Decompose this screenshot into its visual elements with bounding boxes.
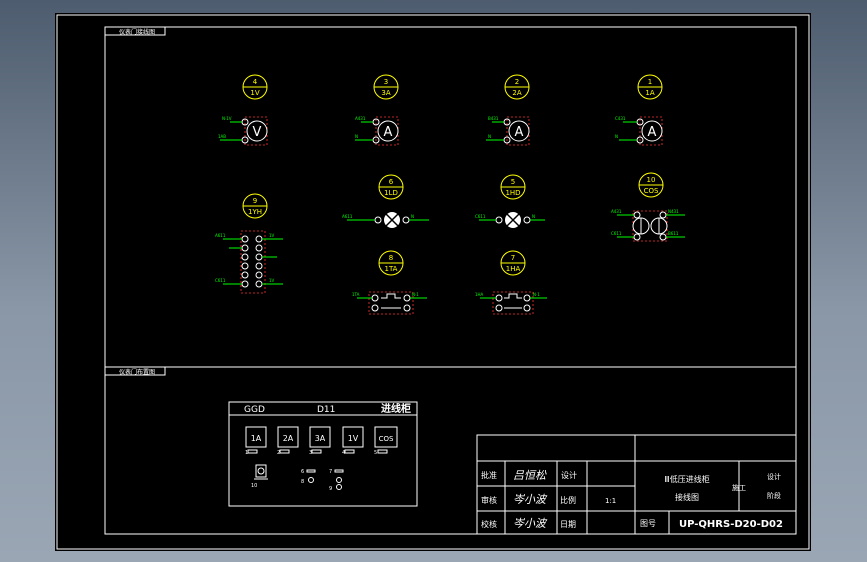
- wiring-drawing: .fr{fill:none;stroke:#ffffff;stroke-widt…: [56, 14, 810, 550]
- component-number: 6: [389, 178, 394, 186]
- component-code: 1A: [645, 89, 654, 97]
- svg-text:A431: A431: [355, 116, 366, 121]
- panel-name: 进线柜: [381, 402, 411, 415]
- stage-label: 施工: [732, 483, 746, 492]
- component-number: 9: [253, 197, 257, 205]
- component-1ld: 6 1LD A611 N: [342, 174, 429, 228]
- svg-text:A611: A611: [215, 233, 226, 238]
- component-number: 4: [253, 78, 258, 86]
- outer-border: [56, 14, 810, 550]
- svg-text:N: N: [615, 134, 618, 139]
- svg-text:N: N: [488, 134, 491, 139]
- svg-text:N·1: N·1: [533, 292, 540, 297]
- component-code: 1TA: [385, 265, 398, 273]
- svg-text:1AB: 1AB: [218, 134, 226, 139]
- component-number: 5: [511, 178, 515, 186]
- approve-label: 批准: [481, 470, 497, 480]
- svg-text:N·1: N·1: [412, 292, 419, 297]
- meter-symbol: A: [515, 125, 524, 140]
- component-1v: 4 1V V N·1V 1AB: [218, 74, 268, 146]
- design-stage-label: 设计: [767, 472, 781, 481]
- svg-text:1TA: 1TA: [352, 292, 360, 297]
- panel-designation: D11: [317, 405, 335, 415]
- svg-text:N431: N431: [668, 209, 679, 214]
- component-number: 3: [384, 78, 388, 86]
- component-1ta: 8 1TA 1TA N·1: [352, 250, 427, 315]
- design-label: 设计: [561, 470, 577, 480]
- component-code: 1HA: [506, 265, 521, 273]
- component-number: 8: [389, 254, 393, 262]
- component-code: 3A: [381, 89, 390, 97]
- review-label: 审核: [481, 495, 497, 505]
- check-label: 校核: [481, 519, 497, 529]
- svg-text:1V: 1V: [269, 278, 275, 283]
- approve-signature: 吕恒松: [513, 469, 547, 482]
- panel-item-number: 10: [251, 483, 257, 489]
- component-code: 2A: [512, 89, 521, 97]
- svg-text:C611: C611: [215, 278, 226, 283]
- check-signature: 岑小波: [513, 517, 548, 530]
- svg-text:N: N: [532, 214, 535, 219]
- svg-text:N: N: [355, 134, 358, 139]
- component-3a: 3 3A A A431 N: [355, 74, 399, 146]
- back-view-label: 仪表门接线图: [119, 28, 155, 36]
- panel-outline: [228, 401, 418, 507]
- component-code: COS: [644, 187, 659, 195]
- drawing-title-line1: Ⅲ低压进线柜: [664, 474, 710, 484]
- panel-meter-label: 2A: [283, 434, 294, 443]
- component-number: 7: [511, 254, 515, 262]
- component-1hd: 5 1HD C611 N: [475, 174, 545, 228]
- svg-text:C611: C611: [611, 231, 622, 236]
- panel-item-number: 9: [329, 486, 332, 492]
- front-panel: GGD D11 进线柜 1A 2A 3A 1V COS 1 2 3 4 5 10: [228, 401, 418, 507]
- component-1yh: 9 1YH A611 1V C611 1V: [215, 193, 283, 294]
- meter-symbol: V: [253, 125, 262, 140]
- component-1ha: 7 1HA 1HA N·1: [475, 250, 547, 315]
- panel-item-number: 7: [329, 469, 332, 475]
- date-label: 日期: [560, 520, 576, 529]
- component-number: 2: [515, 78, 519, 86]
- scale-label: 比例: [560, 495, 576, 505]
- device-outline: [632, 210, 668, 242]
- drawing-number-label: 图号: [640, 519, 656, 528]
- svg-text:N·1V: N·1V: [222, 116, 232, 121]
- svg-text:1HA: 1HA: [475, 292, 484, 297]
- panel-meter-label: COS: [379, 435, 394, 443]
- component-cos: 10 COS A431 C611 N431 B611: [611, 172, 685, 242]
- panel-item-number: 6: [301, 469, 304, 475]
- title-block: 批准 吕恒松 设计 审核 岑小波 比例 1:1 校核 岑小波 日期 Ⅲ低压进线柜…: [476, 434, 797, 535]
- drawing-sheet: .fr{fill:none;stroke:#ffffff;stroke-widt…: [55, 13, 811, 551]
- component-code: 1HD: [505, 189, 520, 197]
- panel-meter-label: 3A: [315, 434, 326, 443]
- svg-text:C611: C611: [475, 214, 486, 219]
- svg-text:B431: B431: [488, 116, 499, 121]
- panel-meter-number: 5: [374, 450, 377, 456]
- svg-text:B611: B611: [668, 231, 679, 236]
- front-view-label: 仪表门布置图: [119, 368, 155, 376]
- svg-text:C431: C431: [615, 116, 626, 121]
- inner-border: [104, 26, 797, 535]
- svg-text:A611: A611: [342, 214, 353, 219]
- svg-text:A431: A431: [611, 209, 622, 214]
- meter-symbol: A: [648, 125, 657, 140]
- panel-model: GGD: [244, 405, 265, 415]
- component-number: 10: [647, 176, 656, 184]
- component-code: 1LD: [384, 189, 398, 197]
- panel-meter-label: 1V: [348, 434, 359, 443]
- drawing-title-line2: 接线图: [675, 492, 699, 502]
- drawing-number: UP-QHRS-D20-D02: [679, 519, 783, 530]
- svg-text:1V: 1V: [269, 233, 275, 238]
- component-1a: 1 1A A C431 N: [615, 74, 663, 146]
- panel-item-number: 8: [301, 479, 304, 485]
- scale-value: 1:1: [605, 497, 616, 505]
- svg-text:N: N: [411, 214, 414, 219]
- meter-symbol: A: [384, 125, 393, 140]
- component-code: 1YH: [248, 208, 262, 216]
- component-code: 1V: [250, 89, 259, 97]
- review-signature: 岑小波: [513, 493, 548, 506]
- component-2a: 2 2A A B431 N: [486, 74, 530, 146]
- component-number: 1: [648, 78, 652, 86]
- panel-meter-label: 1A: [251, 434, 262, 443]
- stage-name: 阶段: [767, 491, 781, 500]
